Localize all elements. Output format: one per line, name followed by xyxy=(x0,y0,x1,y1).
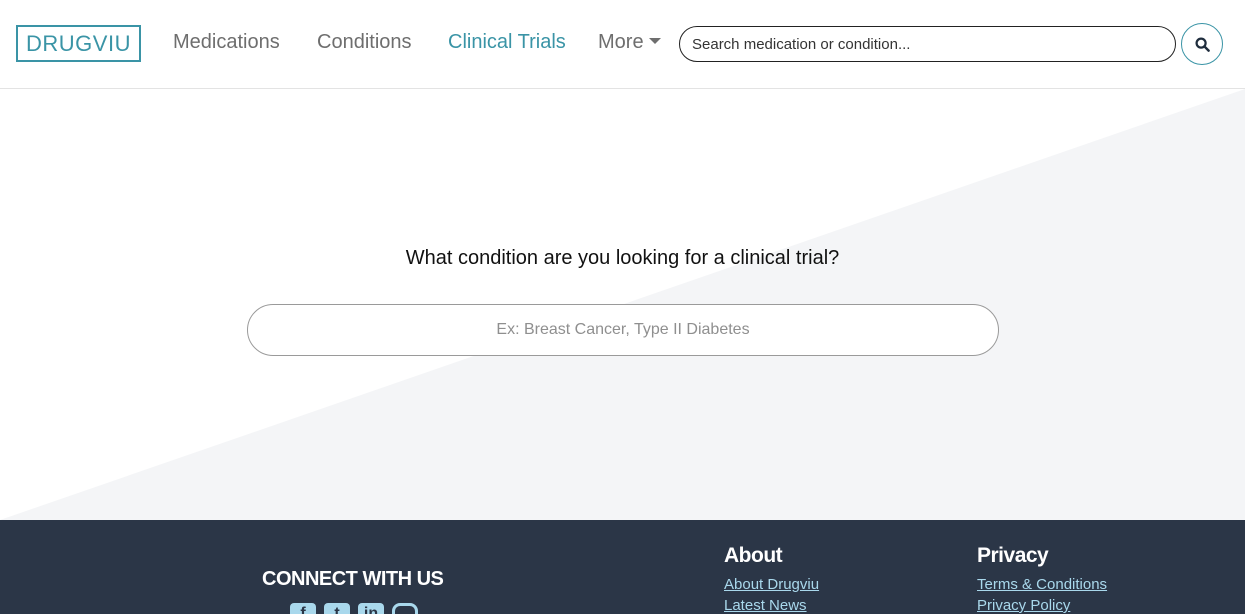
linkedin-icon[interactable]: in xyxy=(358,603,384,614)
connect-with-us-heading: CONNECT WITH US xyxy=(262,568,444,590)
footer-privacy-heading: Privacy xyxy=(977,544,1049,567)
privacy-policy-link[interactable]: Privacy Policy xyxy=(977,597,1070,614)
caret-down-icon xyxy=(648,38,661,44)
condition-search-input[interactable] xyxy=(247,304,999,356)
facebook-icon[interactable]: f xyxy=(290,603,316,614)
header-search-input[interactable] xyxy=(679,26,1176,62)
drugviu-logo[interactable]: DRUGVIU xyxy=(16,25,141,62)
social-links: f t in xyxy=(290,603,418,614)
nav-clinical-trials[interactable]: Clinical Trials xyxy=(448,30,566,54)
nav-more-dropdown[interactable]: More xyxy=(598,30,661,54)
nav-medications[interactable]: Medications xyxy=(173,30,280,54)
terms-conditions-link[interactable]: Terms & Conditions xyxy=(977,576,1107,593)
hero-question: What condition are you looking for a cli… xyxy=(405,247,840,269)
about-drugviu-link[interactable]: About Drugviu xyxy=(724,576,819,593)
top-navbar: DRUGVIU Medications Conditions Clinical … xyxy=(0,0,1245,89)
twitter-icon[interactable]: t xyxy=(324,603,350,614)
nav-conditions[interactable]: Conditions xyxy=(317,30,412,54)
latest-news-link[interactable]: Latest News xyxy=(724,597,807,614)
nav-more-label: More xyxy=(598,31,644,53)
footer: CONNECT WITH US f t in About About Drugv… xyxy=(0,520,1245,614)
search-icon xyxy=(1194,36,1210,52)
instagram-icon[interactable] xyxy=(392,603,418,614)
hero-section: What condition are you looking for a cli… xyxy=(0,89,1245,520)
footer-about-heading: About xyxy=(724,544,783,567)
search-button[interactable] xyxy=(1181,23,1223,65)
